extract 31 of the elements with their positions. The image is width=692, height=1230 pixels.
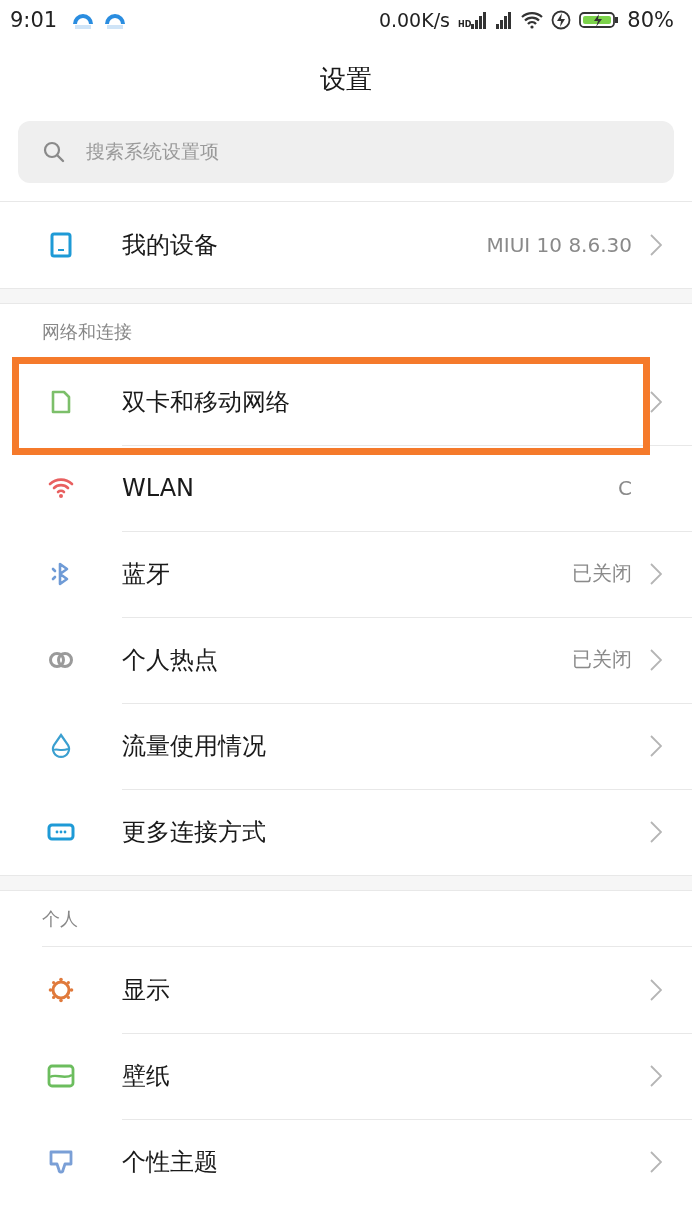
setting-value: MIUI 10 8.6.30 [486,233,632,257]
setting-label[interactable]: 壁纸 [122,1059,650,1092]
section-header: 网络和连接 [41,319,133,344]
search-placeholder: 搜索系统设置项 [86,139,219,164]
wallpaper-icon [47,1062,75,1090]
setting-value: C [618,475,632,500]
battery-icon [579,10,620,30]
signal-icon [471,11,488,29]
hd-label: HD [457,20,472,29]
wifi-icon [521,11,544,29]
signal-icon [495,11,514,29]
sun-icon [47,976,75,1004]
setting-label[interactable]: 蓝牙 [122,557,572,590]
setting-value: 已关闭 [572,646,632,673]
network-speed: 0.00K/s [378,9,450,31]
setting-label[interactable]: 流量使用情况 [122,729,650,762]
charging-icon [551,10,572,30]
theme-icon [47,1148,75,1176]
battery-percentage: 80% [627,8,674,32]
setting-label[interactable]: 更多连接方式 [122,816,650,848]
setting-label[interactable]: 双卡和移动网络 [122,385,650,418]
clock-time: 9:01 [10,8,58,32]
page-title: 设置 [319,63,373,96]
setting-value: 已关闭 [572,560,632,587]
setting-label[interactable]: 个性主题 [122,1146,650,1178]
setting-label[interactable]: 我的设备 [122,229,487,261]
search-icon [42,140,66,164]
section-header: 个人 [42,891,692,947]
setting-label[interactable]: 显示 [122,973,650,1006]
setting-label[interactable]: WLAN [122,473,619,502]
setting-label[interactable]: 个人热点 [122,643,572,676]
